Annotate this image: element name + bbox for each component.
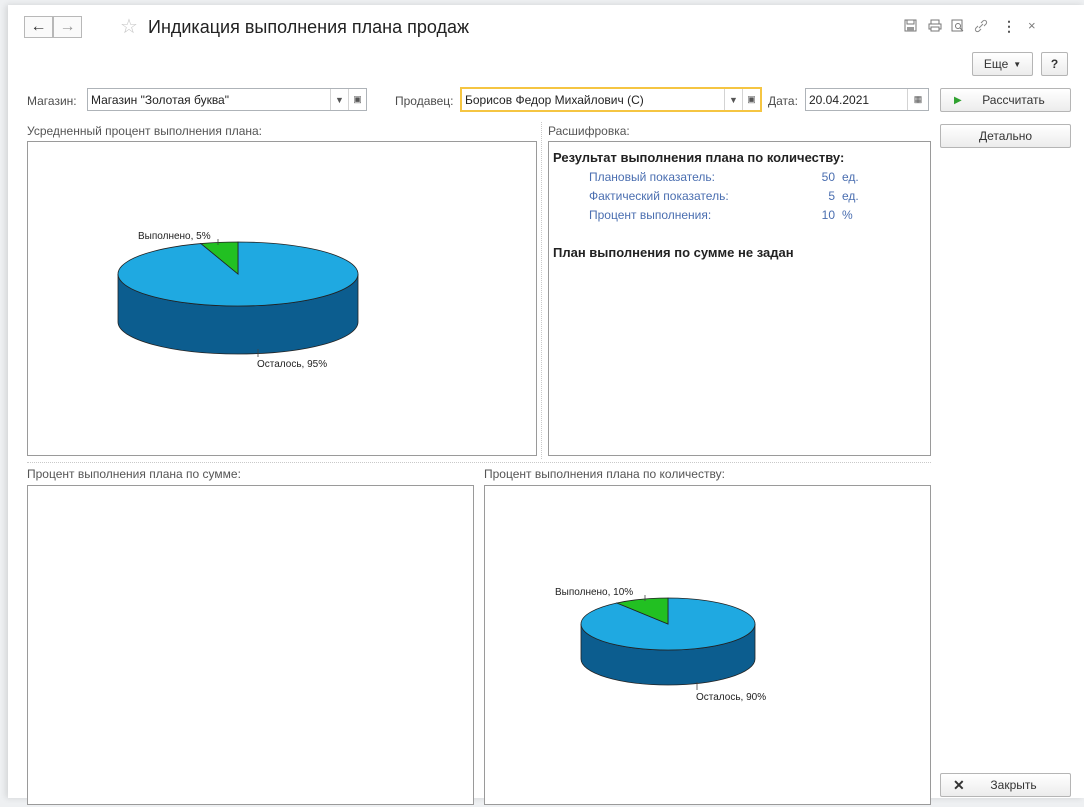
store-value: Магазин "Золотая буква" [91, 92, 229, 107]
breakdown-section-title: Расшифровка: [548, 124, 630, 138]
fact-unit: ед. [842, 189, 859, 203]
more-vertical-icon[interactable]: ⋮ [1002, 19, 1016, 33]
link-icon[interactable] [974, 19, 988, 35]
close-button[interactable]: ✕ Закрыть [940, 773, 1071, 797]
form-window: ← → ☆ Индикация выполнения плана продаж … [8, 5, 1084, 805]
seller-label: Продавец: [395, 94, 454, 108]
more-button[interactable]: Еще ▼ [972, 52, 1033, 76]
plan-value: 50 [821, 170, 835, 184]
calculate-button-label: Рассчитать [982, 93, 1045, 107]
store-label: Магазин: [27, 94, 77, 108]
close-icon: ✕ [953, 776, 965, 793]
sum-chart-panel [27, 485, 474, 805]
arrow-left-icon: ← [30, 18, 47, 35]
pie-label-done: Выполнено, 5% [138, 231, 211, 242]
seller-value: Борисов Федор Михайлович (С) [465, 92, 644, 107]
pie-label-remaining: Осталось, 95% [257, 359, 327, 370]
average-section-title: Усредненный процент выполнения плана: [27, 124, 263, 138]
close-button-label: Закрыть [990, 778, 1037, 792]
close-icon[interactable]: × [1028, 19, 1036, 32]
sum-plan-note: План выполнения по сумме не задан [553, 245, 794, 260]
calendar-icon[interactable]: ▦ [907, 89, 928, 110]
details-button[interactable]: Детально [940, 124, 1071, 148]
date-label: Дата: [768, 94, 798, 108]
forward-button[interactable]: → [53, 16, 82, 38]
percent-unit: % [842, 208, 853, 222]
save-icon[interactable] [904, 19, 917, 34]
chevron-down-icon[interactable]: ▼ [330, 89, 348, 110]
sum-section-title: Процент выполнения плана по сумме: [27, 467, 241, 481]
back-button[interactable]: ← [24, 16, 53, 38]
qty-chart-panel: Выполнено, 10% Осталось, 90% [484, 485, 931, 805]
qty-result-header: Результат выполнения плана по количеству… [553, 150, 845, 165]
open-icon[interactable]: ▣ [348, 89, 366, 110]
breakdown-panel: Результат выполнения плана по количеству… [548, 141, 931, 456]
pie-label-done: Выполнено, 10% [555, 587, 633, 598]
horizontal-separator [27, 462, 931, 463]
fact-value: 5 [828, 189, 835, 203]
fact-label: Фактический показатель: [589, 189, 729, 203]
plan-unit: ед. [842, 170, 859, 184]
open-icon[interactable]: ▣ [742, 89, 760, 110]
seller-field[interactable]: Борисов Федор Михайлович (С) ▼ ▣ [460, 87, 762, 112]
qty-section-title: Процент выполнения плана по количеству: [484, 467, 725, 481]
help-button[interactable]: ? [1041, 52, 1068, 76]
star-icon[interactable]: ☆ [120, 14, 138, 39]
average-chart-panel: Выполнено, 5% Осталось, 95% [27, 141, 537, 456]
more-button-label: Еще [983, 57, 1009, 71]
chevron-down-icon[interactable]: ▼ [724, 89, 742, 110]
plan-label: Плановый показатель: [589, 170, 715, 184]
calculate-button[interactable]: ▶ Рассчитать [940, 88, 1071, 112]
vertical-separator [541, 122, 542, 459]
store-field[interactable]: Магазин "Золотая буква" ▼ ▣ [87, 88, 367, 111]
qty-pie-chart: Выполнено, 10% Осталось, 90% [555, 587, 766, 703]
arrow-right-icon: → [59, 18, 76, 35]
play-icon: ▶ [954, 94, 962, 106]
pie-label-remaining: Осталось, 90% [696, 692, 766, 703]
preview-icon[interactable] [951, 19, 964, 34]
percent-label: Процент выполнения: [589, 208, 712, 222]
date-value: 20.04.2021 [809, 92, 870, 107]
chevron-down-icon: ▼ [1013, 59, 1022, 69]
page-title: Индикация выполнения плана продаж [148, 17, 470, 37]
date-field[interactable]: 20.04.2021 ▦ [805, 88, 929, 111]
print-icon[interactable] [928, 19, 942, 34]
percent-value: 10 [821, 208, 835, 222]
average-pie-chart: Выполнено, 5% Осталось, 95% [117, 231, 359, 370]
